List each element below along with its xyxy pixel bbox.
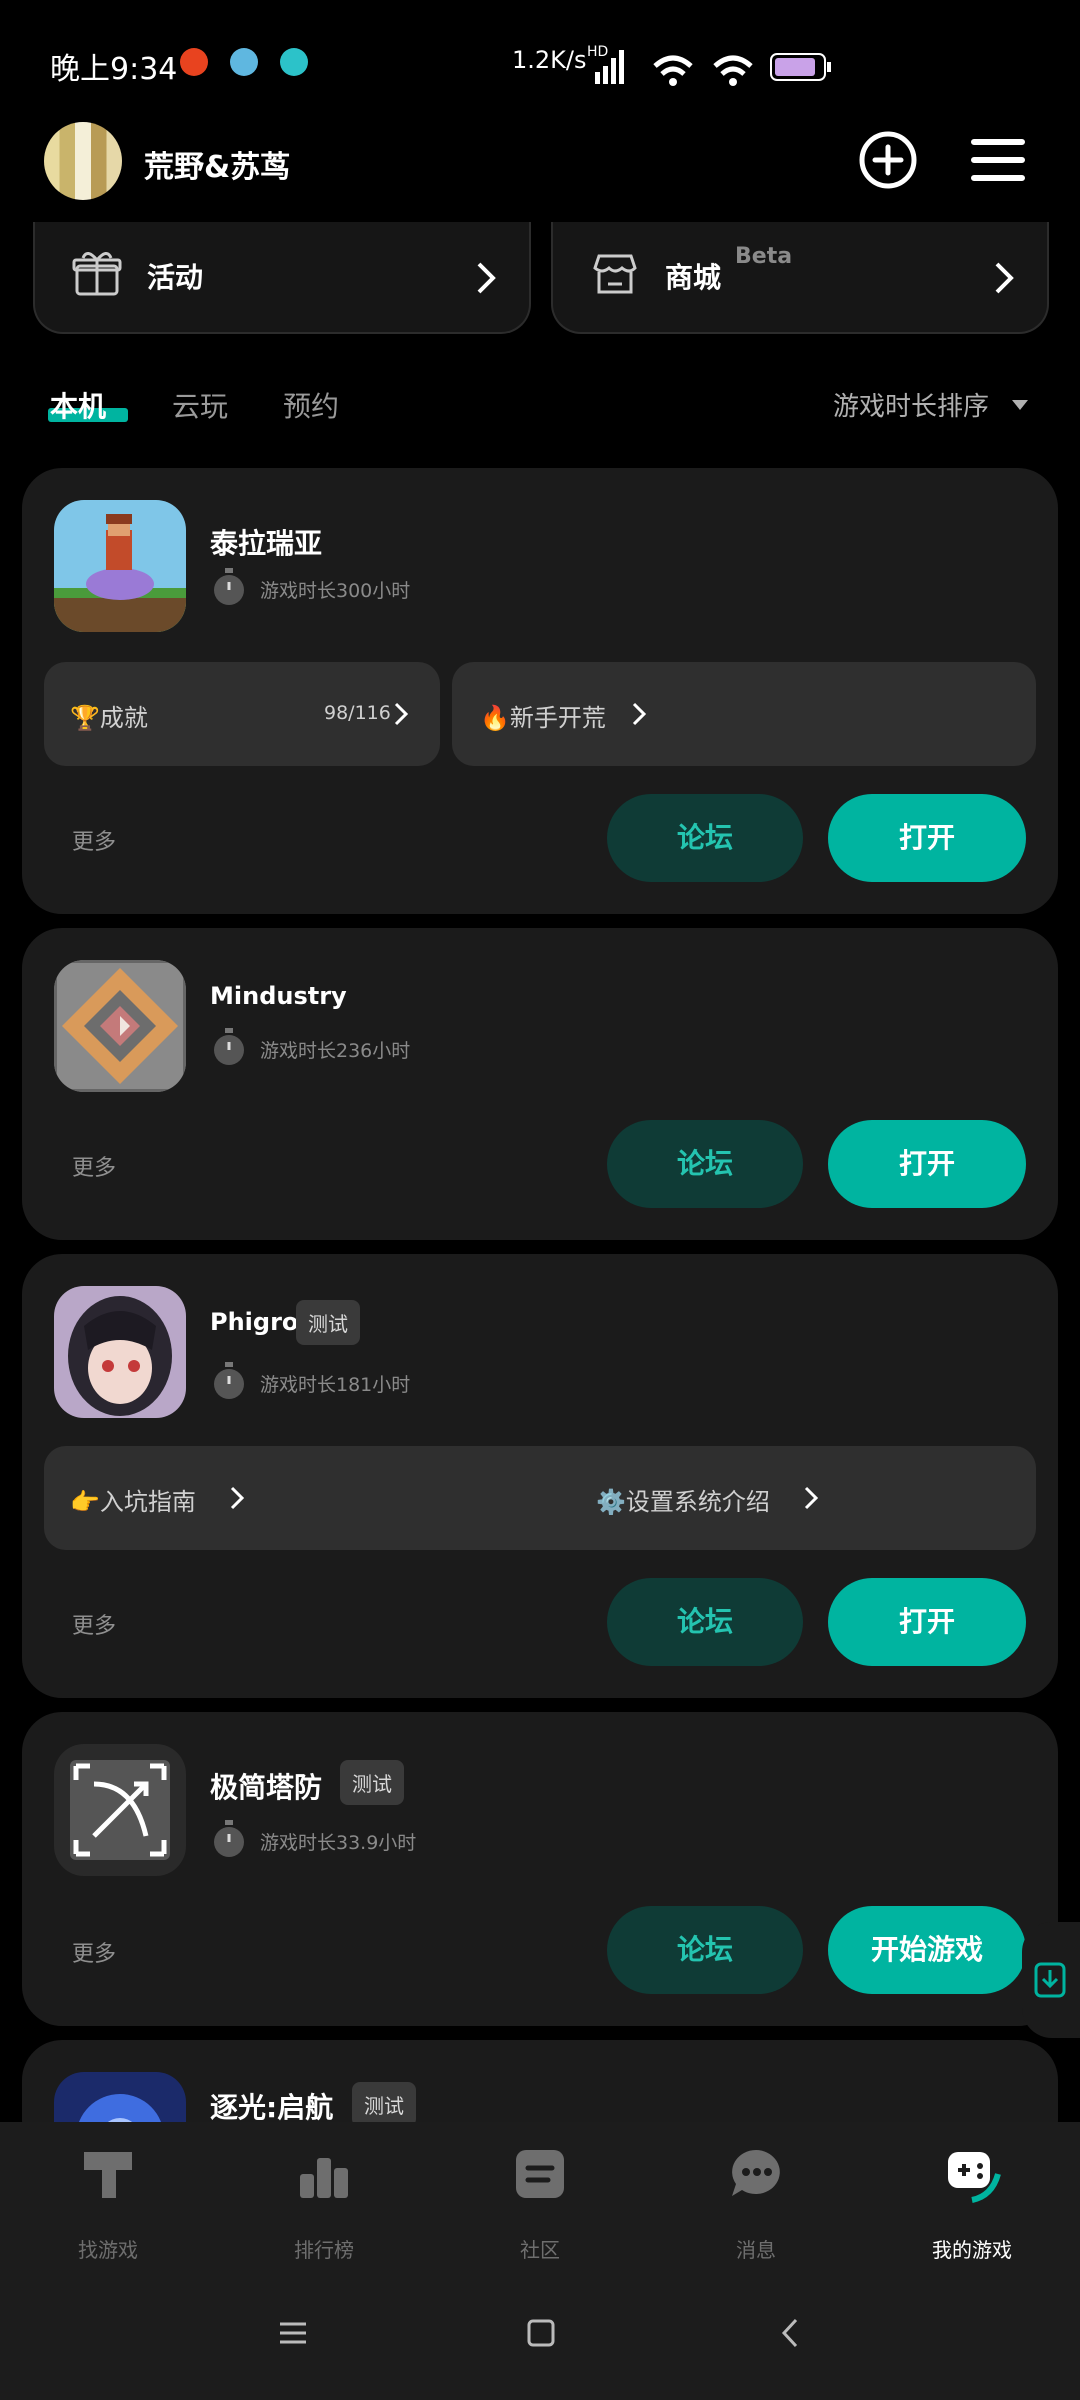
nav-label: 消息 xyxy=(736,2238,776,2262)
chevron-right-icon xyxy=(477,262,496,294)
tab-reserve[interactable]: 预约 xyxy=(283,385,339,425)
nav-label: 找游戏 xyxy=(78,2238,138,2262)
test-badge: 测试 xyxy=(352,2082,416,2127)
shop-label: 商城 xyxy=(665,261,722,294)
shop-card[interactable]: 商城 Beta xyxy=(551,222,1049,334)
achievement-label: 🏆成就 xyxy=(70,704,148,732)
terraria-game-icon xyxy=(54,500,186,632)
chevron-right-icon xyxy=(995,262,1014,294)
game-card[interactable]: 泰拉瑞亚 游戏时长300小时 🏆成就 98/116 🔥新手开荒 更多 论坛 打开 xyxy=(22,468,1058,914)
test-badge: 测试 xyxy=(296,1300,360,1345)
game-card[interactable]: Mindustry 游戏时长236小时 更多 论坛 打开 xyxy=(22,928,1058,1240)
taptap-notification-icon xyxy=(280,48,308,76)
game-card[interactable]: Phigros 测试 游戏时长181小时 👉入坑指南 ⚙️设置系统介绍 更多 论… xyxy=(22,1254,1058,1698)
open-button[interactable]: 打开 xyxy=(828,1120,1026,1208)
shield-notification-icon xyxy=(230,48,258,76)
menu-icon[interactable] xyxy=(966,128,1030,192)
hd-label: HD xyxy=(587,44,608,60)
more-link[interactable]: 更多 xyxy=(72,1150,116,1182)
activity-card[interactable]: 活动 xyxy=(33,222,531,334)
system-nav-bar xyxy=(0,2266,1080,2400)
nav-label: 排行榜 xyxy=(294,2238,354,2262)
settings-intro-label[interactable]: ⚙️设置系统介绍 xyxy=(596,1482,770,1517)
username: 荒野&苏茑 xyxy=(144,150,291,185)
game-name: 极简塔防 xyxy=(210,1771,323,1804)
tower-defense-game-icon xyxy=(54,1744,186,1876)
more-link[interactable]: 更多 xyxy=(72,824,116,856)
shop-icon xyxy=(593,254,637,294)
beta-badge: Beta xyxy=(735,244,793,269)
more-link[interactable]: 更多 xyxy=(72,1608,116,1640)
status-time: 晚上9:34 xyxy=(50,52,178,87)
back-icon[interactable] xyxy=(774,2316,808,2350)
game-name: Mindustry xyxy=(210,982,347,1010)
sort-dropdown[interactable]: 游戏时长排序 xyxy=(833,386,989,423)
game-playtime: 游戏时长300小时 xyxy=(260,580,411,602)
stopwatch-icon xyxy=(214,1362,244,1399)
gift-icon xyxy=(72,252,122,296)
game-name: 逐光:启航 xyxy=(210,2091,334,2124)
messages-icon xyxy=(732,2150,780,2196)
leaderboard-icon xyxy=(300,2158,348,2198)
game-playtime: 游戏时长236小时 xyxy=(260,1040,411,1062)
more-link[interactable]: 更多 xyxy=(72,1936,116,1968)
starter-guide-label[interactable]: 👉入坑指南 xyxy=(70,1482,196,1517)
chevron-right-icon xyxy=(804,1486,819,1510)
stopwatch-icon xyxy=(214,1820,244,1857)
forum-button[interactable]: 论坛 xyxy=(607,1906,803,1994)
nav-leaderboard[interactable]: 排行榜 xyxy=(216,2122,432,2266)
caret-down-icon xyxy=(1012,400,1028,410)
nav-label: 社区 xyxy=(520,2238,560,2262)
net-speed: 1.2K/s xyxy=(512,46,587,74)
download-icon xyxy=(1034,1962,1066,1998)
guide-strip[interactable]: 🔥新手开荒 xyxy=(452,662,1036,766)
home-icon[interactable] xyxy=(524,2316,558,2350)
chevron-right-icon xyxy=(632,702,647,726)
test-badge: 测试 xyxy=(340,1760,404,1805)
game-card[interactable]: 极简塔防 测试 游戏时长33.9小时 更多 论坛 开始游戏 xyxy=(22,1712,1058,2026)
status-right-icons: HD xyxy=(587,44,831,86)
status-bar: 晚上9:34 1.2K/s HD xyxy=(0,0,1080,120)
phigros-game-icon xyxy=(54,1286,186,1418)
game-name: 泰拉瑞亚 xyxy=(210,527,323,560)
game-playtime: 游戏时长33.9小时 xyxy=(260,1832,417,1854)
start-game-button[interactable]: 开始游戏 xyxy=(828,1906,1026,1994)
find-games-icon xyxy=(84,2152,132,2198)
my-games-icon xyxy=(948,2152,1001,2203)
tab-cloud[interactable]: 云玩 xyxy=(172,385,228,425)
add-icon[interactable] xyxy=(856,128,920,192)
stopwatch-icon xyxy=(214,568,244,605)
achievement-strip[interactable]: 🏆成就 98/116 xyxy=(44,662,440,766)
guide-label: 🔥新手开荒 xyxy=(480,704,606,732)
forum-button[interactable]: 论坛 xyxy=(607,1578,803,1666)
forum-button[interactable]: 论坛 xyxy=(607,1120,803,1208)
achievement-count: 98/116 xyxy=(324,702,391,724)
recent-apps-icon[interactable] xyxy=(276,2316,310,2350)
nav-label: 我的游戏 xyxy=(932,2238,1012,2262)
forum-button[interactable]: 论坛 xyxy=(607,794,803,882)
activity-label: 活动 xyxy=(147,261,204,294)
chevron-right-icon xyxy=(394,702,409,726)
nav-messages[interactable]: 消息 xyxy=(648,2122,864,2266)
nav-my-games[interactable]: 我的游戏 xyxy=(864,2122,1080,2266)
community-icon xyxy=(516,2150,564,2198)
chevron-right-icon xyxy=(230,1486,245,1510)
guide-strip[interactable]: 👉入坑指南 ⚙️设置系统介绍 xyxy=(44,1446,1036,1550)
tab-local[interactable]: 本机 xyxy=(50,385,106,425)
nav-find-games[interactable]: 找游戏 xyxy=(0,2122,216,2266)
nav-community[interactable]: 社区 xyxy=(432,2122,648,2266)
avatar[interactable] xyxy=(44,122,122,200)
game-playtime: 游戏时长181小时 xyxy=(260,1374,411,1396)
open-button[interactable]: 打开 xyxy=(828,1578,1026,1666)
download-float-button[interactable] xyxy=(1022,1922,1080,2038)
app-notification-icon xyxy=(180,48,208,76)
stopwatch-icon xyxy=(214,1028,244,1065)
bottom-nav: 找游戏 排行榜 社区 消息 我的游戏 xyxy=(0,2122,1080,2266)
mindustry-game-icon xyxy=(54,960,186,1092)
open-button[interactable]: 打开 xyxy=(828,794,1026,882)
